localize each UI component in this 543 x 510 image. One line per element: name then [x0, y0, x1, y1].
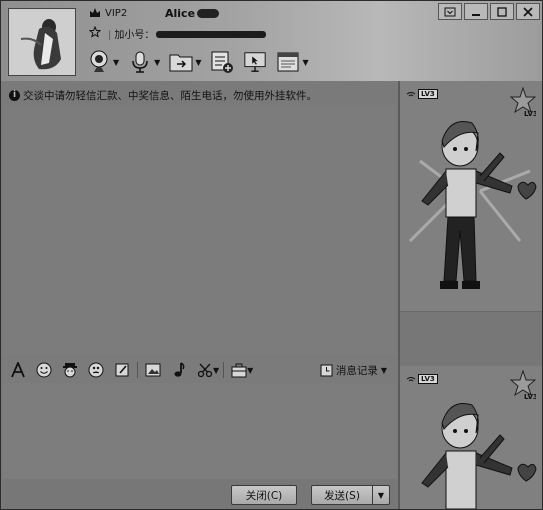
music-icon: [174, 362, 185, 377]
main-toolbar: ▼ ▼ ▼ ▼: [87, 47, 309, 77]
chat-window: VIP2 Alice | 加小号： ▼ ▼ ▼ ▼ i 交谈中请勿轻信汇款、中奖…: [0, 0, 543, 510]
smiley-icon: [36, 362, 52, 378]
magic-emoji-button[interactable]: [59, 360, 81, 380]
contact-nickname[interactable]: Alice: [165, 7, 220, 20]
create-discussion-button[interactable]: [210, 48, 234, 76]
message-input[interactable]: [3, 383, 397, 479]
chevron-down-icon[interactable]: ▼: [213, 366, 219, 375]
image-icon: [145, 363, 161, 377]
close-button[interactable]: 关闭(C): [231, 485, 297, 505]
crown-icon: [89, 7, 101, 18]
format-toolbar: ▼ ▼ 消息记录 ▼: [3, 358, 397, 382]
maximize-icon: [497, 6, 507, 17]
handwriting-button[interactable]: [111, 360, 133, 380]
window-controls: [438, 3, 540, 20]
notice-text: 交谈中请勿轻信汇款、中奖信息、陌生电话，勿使用外挂软件。: [23, 89, 317, 102]
separator: [223, 362, 225, 378]
chevron-down-icon[interactable]: ▼: [195, 58, 201, 67]
message-history-area[interactable]: [3, 105, 397, 355]
shake-icon: [88, 362, 104, 378]
apps-button[interactable]: ▼: [276, 48, 309, 76]
avatar-character: [408, 121, 537, 289]
contact-info-row: | 加小号：: [88, 25, 267, 41]
nickname-decoration: [197, 9, 220, 18]
video-call-button[interactable]: ▼: [87, 48, 119, 76]
monitor-cursor-icon: [243, 50, 267, 74]
minimize-button[interactable]: [464, 3, 488, 20]
add-label: 加小号：: [114, 30, 155, 41]
folder-arrow-icon: [169, 50, 193, 74]
chevron-down-icon: [444, 7, 456, 16]
star-icon[interactable]: [88, 25, 102, 41]
avatar-character: [421, 403, 537, 509]
contact-avatar[interactable]: [8, 8, 76, 76]
character-icon: [63, 363, 77, 378]
remote-assist-button[interactable]: [243, 48, 267, 76]
briefcase-icon: [231, 363, 247, 378]
list-plus-icon: [210, 50, 234, 74]
separator: [137, 362, 138, 378]
vip-badge: VIP2: [89, 7, 127, 19]
chat-header: VIP2 Alice | 加小号： ▼ ▼ ▼ ▼: [1, 1, 542, 81]
webcam-icon: [87, 50, 111, 74]
contact-info-panel: [400, 311, 542, 367]
emoji-button[interactable]: [33, 360, 55, 380]
maximize-button[interactable]: [490, 3, 514, 20]
scissors-icon: [197, 363, 213, 378]
send-button[interactable]: 发送(S): [311, 485, 373, 505]
history-label: 消息记录: [335, 364, 378, 377]
chevron-down-icon[interactable]: ▼: [302, 58, 308, 67]
shake-button[interactable]: [85, 360, 107, 380]
history-icon: [320, 364, 333, 376]
contact-show-panel[interactable]: LV3 LV3: [400, 81, 542, 311]
font-button[interactable]: [7, 360, 29, 380]
close-icon: [523, 6, 533, 17]
font-icon: [11, 362, 25, 378]
transfer-file-button[interactable]: ▼: [169, 48, 201, 76]
close-window-button[interactable]: [516, 3, 540, 20]
chevron-down-icon: ▼: [377, 490, 385, 500]
window-icon: [276, 50, 300, 74]
vip-label: VIP2: [105, 8, 128, 19]
separator: |: [108, 30, 112, 41]
message-history-button[interactable]: 消息记录 ▼: [320, 360, 387, 380]
chevron-down-icon[interactable]: ▼: [247, 366, 253, 375]
send-image-button[interactable]: [142, 360, 164, 380]
info-icon: i: [9, 89, 20, 101]
security-notice: i 交谈中请勿轻信汇款、中奖信息、陌生电话，勿使用外挂软件。: [3, 85, 397, 105]
music-button[interactable]: [168, 360, 190, 380]
voice-call-button[interactable]: ▼: [128, 48, 160, 76]
minimize-icon: [472, 13, 480, 16]
my-show-panel[interactable]: LV3 LV3: [400, 366, 542, 509]
microphone-icon: [128, 50, 152, 74]
window-menu-button[interactable]: [438, 3, 462, 20]
chevron-down-icon[interactable]: ▼: [154, 58, 160, 67]
edit-icon: [115, 363, 129, 377]
send-options-button[interactable]: ▼: [372, 485, 390, 505]
masked-number: [156, 31, 267, 38]
chevron-down-icon: ▼: [380, 365, 387, 375]
chevron-down-icon[interactable]: ▼: [113, 58, 119, 67]
